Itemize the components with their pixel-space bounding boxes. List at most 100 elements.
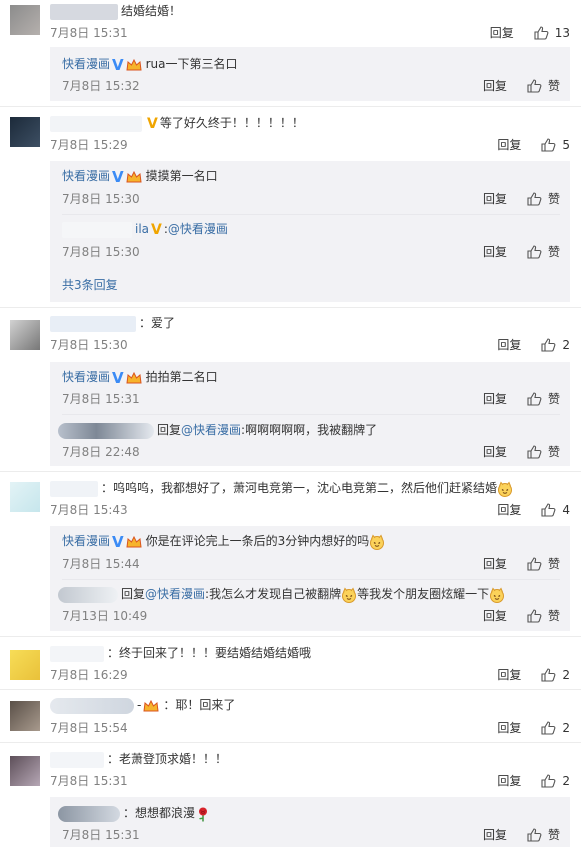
reply-button[interactable]: 回复 (483, 827, 507, 843)
avatar[interactable] (10, 5, 40, 35)
thumbs-up-icon[interactable] (541, 668, 556, 682)
reply-user[interactable]: 快看漫画 (62, 534, 110, 548)
reply-time: 7月13日 10:49 (62, 609, 148, 623)
reply-button[interactable]: 回复 (497, 502, 521, 518)
like-button[interactable]: 赞 (548, 444, 560, 460)
comment-text: 呜呜呜，我都想好了，萧河电竞第一，沈心电竞第二，然后他们赶紧结婚 (113, 481, 498, 495)
reply-button[interactable]: 回复 (490, 25, 514, 41)
reply-button[interactable]: 回复 (497, 720, 521, 736)
reply-time: 7月8日 15:44 (62, 557, 140, 571)
verified-v-icon: V (112, 167, 124, 186)
reply-button[interactable]: 回复 (483, 391, 507, 407)
thumbs-up-icon[interactable] (527, 609, 542, 623)
masked-username[interactable] (58, 805, 120, 822)
like-button[interactable]: 赞 (548, 244, 560, 260)
masked-username[interactable] (50, 697, 134, 714)
like-button[interactable]: 赞 (548, 78, 560, 94)
comment-time: 7月8日 15:30 (50, 338, 128, 352)
mention-link[interactable]: @快看漫画 (145, 587, 205, 601)
like-count: 2 (562, 774, 570, 788)
comment-time: 7月8日 16:29 (50, 668, 128, 682)
reply-button[interactable]: 回复 (497, 137, 521, 153)
avatar[interactable] (10, 320, 40, 350)
reply-button[interactable]: 回复 (497, 773, 521, 789)
masked-username[interactable] (50, 115, 142, 132)
avatar[interactable] (10, 117, 40, 147)
masked-username[interactable] (50, 751, 104, 768)
avatar[interactable] (10, 701, 40, 731)
avatar[interactable] (10, 650, 40, 680)
comment-1: 结婚结婚！ 7月8日 15:31 回复 13 (0, 0, 581, 46)
reply-separator (62, 414, 560, 415)
reply-user[interactable]: 快看漫画 (62, 370, 110, 384)
thumbs-up-icon[interactable] (527, 557, 542, 571)
avatar[interactable] (10, 756, 40, 786)
comment-actions: 回复 2 (497, 720, 570, 736)
more-replies-link[interactable]: 共3条回复 (62, 277, 118, 293)
reply-time: 7月8日 15:32 (62, 79, 140, 93)
reply-button[interactable]: 回复 (483, 444, 507, 460)
reply-text: :啊啊啊啊啊，我被翻牌了 (241, 423, 378, 437)
reply-user-suffix[interactable]: ila (135, 222, 149, 236)
reply-actions: 回复 赞 (483, 827, 560, 843)
thumbs-up-icon[interactable] (527, 828, 542, 842)
thumbs-up-icon[interactable] (541, 138, 556, 152)
replies-3: 快看漫画 V 拍拍第二名口 7月8日 15:31 回复 赞 回复@快看漫画:啊啊啊啊… (50, 362, 570, 466)
verified-v-icon: V (112, 368, 124, 387)
comment-text: 爱了 (151, 316, 176, 330)
reply-button[interactable]: 回复 (483, 78, 507, 94)
reply-button[interactable]: 回复 (483, 608, 507, 624)
thumbs-up-icon[interactable] (527, 192, 542, 206)
masked-username[interactable] (50, 315, 136, 332)
masked-username[interactable] (50, 480, 98, 497)
mention-link[interactable]: @快看漫画 (181, 423, 241, 437)
thumbs-up-icon[interactable] (541, 503, 556, 517)
reply-prefix: 回复 (121, 587, 146, 601)
like-button[interactable]: 赞 (548, 556, 560, 572)
like-count: 5 (562, 138, 570, 152)
like-button[interactable]: 赞 (548, 391, 560, 407)
reply-separator (62, 579, 560, 580)
thumbs-up-icon[interactable] (541, 338, 556, 352)
comment-text: 结婚结婚！ (121, 4, 182, 18)
reply-actions: 回复 赞 (483, 191, 560, 207)
comment-text: 等了好久终于！！！！！！ (159, 116, 304, 130)
reply-button[interactable]: 回复 (483, 191, 507, 207)
comment-time: 7月8日 15:29 (50, 138, 128, 152)
reply-user[interactable]: 快看漫画 (62, 169, 110, 183)
avatar[interactable] (10, 482, 40, 512)
masked-username[interactable] (62, 221, 132, 238)
reply-button[interactable]: 回复 (497, 667, 521, 683)
comment-5-body: ：终于回来了！！！要结婚结婚结婚哦 (50, 645, 311, 662)
masked-username[interactable] (50, 3, 118, 20)
like-count: 2 (562, 721, 570, 735)
reply-button[interactable]: 回复 (483, 244, 507, 260)
comment-7: ：老萧登顶求婚！！！ 7月8日 15:31 回复 2 (0, 743, 581, 793)
like-count: 13 (554, 26, 570, 40)
comment-time: 7月8日 15:54 (50, 721, 128, 735)
mention-link[interactable]: @快看漫画 (168, 222, 228, 236)
like-button[interactable]: 赞 (548, 827, 560, 843)
comment-actions: 回复 2 (497, 773, 570, 789)
thumbs-up-icon[interactable] (534, 26, 549, 40)
reply-text-2: 等我发个朋友圈炫耀一下 (357, 587, 490, 601)
like-button[interactable]: 赞 (548, 191, 560, 207)
masked-username[interactable] (50, 645, 104, 662)
like-button[interactable]: 赞 (548, 608, 560, 624)
thumbs-up-icon[interactable] (541, 774, 556, 788)
thumbs-up-icon[interactable] (527, 245, 542, 259)
reply-button[interactable]: 回复 (483, 556, 507, 572)
thumbs-up-icon[interactable] (527, 445, 542, 459)
reply-user[interactable]: 快看漫画 (62, 57, 110, 71)
reply-actions: 回复 赞 (483, 78, 560, 94)
masked-username[interactable] (58, 586, 118, 603)
comment-text: 耶！回来了 (175, 698, 236, 712)
reply-button[interactable]: 回复 (497, 337, 521, 353)
thumbs-up-icon[interactable] (527, 392, 542, 406)
reply-separator (62, 214, 560, 215)
masked-username[interactable] (58, 422, 154, 439)
reply-actions: 回复 赞 (483, 244, 560, 260)
reply-body: 回复@快看漫画:啊啊啊啊啊，我被翻牌了 (58, 422, 377, 439)
thumbs-up-icon[interactable] (527, 79, 542, 93)
thumbs-up-icon[interactable] (541, 721, 556, 735)
